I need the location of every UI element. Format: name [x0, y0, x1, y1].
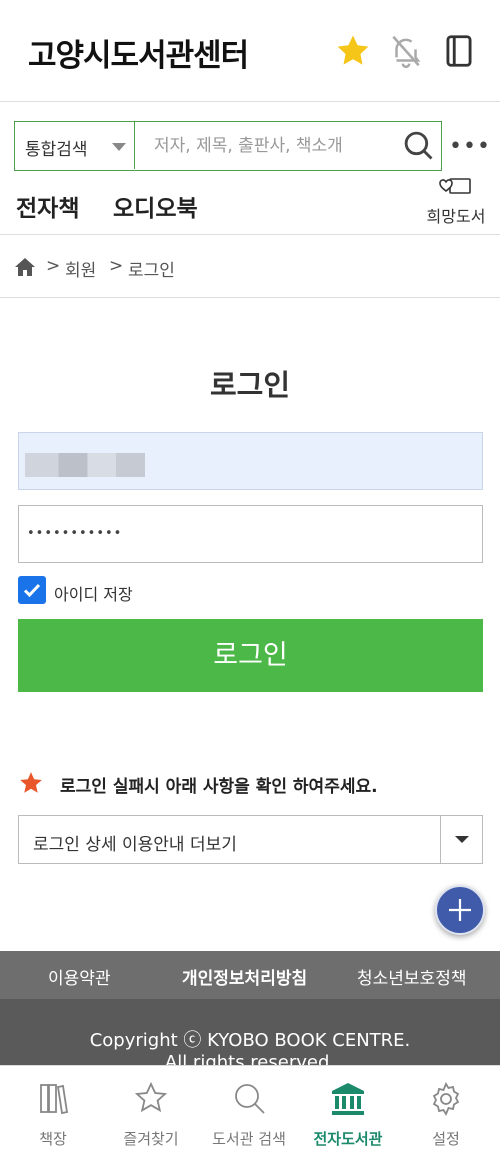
login-guide-label: 로그인 상세 이용안내 더보기 — [33, 835, 237, 855]
search-scope-select[interactable]: 통합검색 — [15, 122, 135, 169]
remember-id-label: 아이디 저장 — [54, 585, 133, 604]
app-header: 고양시도서관센터 — [0, 0, 500, 102]
copyright-line: Copyright ⓒ KYOBO BOOK CENTRE. — [89, 1030, 411, 1051]
wish-book-button[interactable]: 희망도서 — [418, 175, 494, 231]
tab-label: 설정 — [432, 1130, 460, 1148]
notice-text: 로그인 실패시 아래 사항을 확인 하여주세요. — [60, 777, 378, 797]
privacy-policy-link[interactable]: 개인정보처리방침 — [182, 964, 307, 989]
library-icon — [332, 1083, 364, 1115]
category-nav: 전자책 오디오북 희망도서 — [0, 178, 500, 235]
search-input[interactable] — [136, 122, 398, 169]
search-icon — [235, 1084, 265, 1114]
home-icon[interactable] — [14, 257, 36, 277]
gear-icon — [432, 1082, 460, 1116]
footer-links: 이용약관 개인정보처리방침 청소년보호정책 — [0, 951, 500, 999]
remember-id-checkbox[interactable] — [18, 576, 46, 604]
tab-e-library[interactable]: 전자도서관 — [298, 1066, 398, 1164]
search-box: 통합검색 — [14, 121, 442, 171]
wish-book-label: 희망도서 — [426, 207, 486, 226]
tab-label: 즐겨찾기 — [123, 1130, 179, 1148]
category-ebook[interactable]: 전자책 — [16, 189, 79, 223]
caret-down-icon — [455, 836, 469, 843]
dropdown-toggle[interactable] — [440, 816, 482, 863]
breadcrumb-separator: > — [46, 256, 61, 276]
more-menu-button[interactable]: ••• — [448, 135, 492, 159]
copyright-line: All rights reserved. — [164, 1052, 336, 1065]
bottom-tab-bar: 책장 즐겨찾기 도서관 검색 전자도서관 설정 — [0, 1065, 500, 1164]
search-bar: 통합검색 ••• — [0, 103, 500, 181]
login-guide-dropdown[interactable]: 로그인 상세 이용안내 더보기 — [18, 815, 483, 864]
favorite-star-icon[interactable] — [334, 32, 372, 70]
terms-link[interactable]: 이용약관 — [48, 964, 111, 989]
password-field[interactable]: ••••••••••• — [18, 505, 483, 563]
search-icon[interactable] — [399, 126, 437, 164]
chevron-down-icon — [112, 143, 126, 151]
user-id-redacted-value — [25, 453, 145, 477]
category-audiobook[interactable]: 오디오북 — [113, 189, 198, 223]
tab-settings[interactable]: 설정 — [396, 1066, 496, 1164]
tab-label: 책장 — [39, 1130, 67, 1148]
login-failure-notice: 로그인 실패시 아래 사항을 확인 하여주세요. — [18, 770, 488, 800]
checkmark-icon — [23, 583, 41, 598]
breadcrumb-login: 로그인 — [128, 261, 175, 281]
user-id-field[interactable] — [18, 432, 483, 490]
floating-add-button[interactable] — [435, 885, 485, 935]
star-outline-icon — [134, 1081, 168, 1113]
star-icon — [18, 770, 44, 796]
plus-icon — [449, 899, 471, 921]
youth-protection-link[interactable]: 청소년보호정책 — [357, 964, 466, 989]
tab-label: 도서관 검색 — [212, 1130, 286, 1148]
search-scope-label: 통합검색 — [25, 140, 88, 160]
book-menu-icon[interactable] — [440, 32, 478, 70]
login-title: 로그인 — [209, 368, 291, 402]
breadcrumb: > 회원 > 로그인 — [0, 236, 500, 298]
login-button[interactable]: 로그인 — [18, 619, 483, 692]
tab-library-search[interactable]: 도서관 검색 — [199, 1066, 299, 1164]
notification-off-icon[interactable] — [387, 32, 425, 70]
tab-favorites[interactable]: 즐겨찾기 — [101, 1066, 201, 1164]
app-title: 고양시도서관센터 — [28, 38, 249, 74]
password-mask: ••••••••••• — [27, 526, 123, 541]
bookshelf-icon — [40, 1084, 69, 1115]
tab-bookshelf[interactable]: 책장 — [3, 1066, 103, 1164]
breadcrumb-separator: > — [109, 256, 124, 276]
breadcrumb-member[interactable]: 회원 — [65, 256, 96, 281]
tab-label: 전자도서관 — [313, 1130, 383, 1148]
footer-copyright: Copyright ⓒ KYOBO BOOK CENTRE. All right… — [0, 999, 500, 1065]
